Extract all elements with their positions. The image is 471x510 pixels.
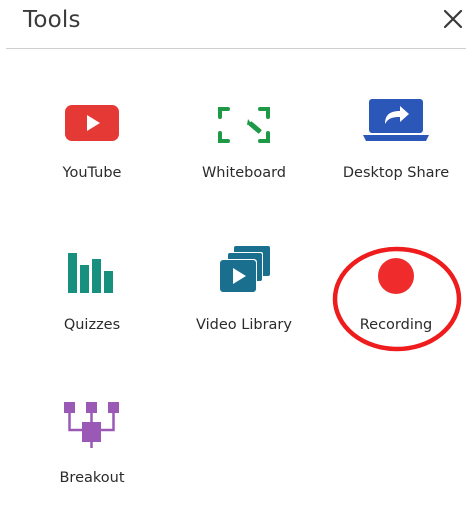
tool-whiteboard[interactable]: Whiteboard — [169, 103, 319, 213]
tool-label-quizzes: Quizzes — [63, 317, 121, 333]
tool-youtube[interactable]: YouTube — [17, 103, 167, 213]
tool-recording[interactable]: Recording — [321, 256, 471, 366]
quizzes-icon — [66, 247, 118, 297]
tool-label-desktop-share: Desktop Share — [342, 165, 450, 181]
tool-video-library[interactable]: Video Library — [169, 244, 319, 354]
tool-label-video-library: Video Library — [196, 317, 292, 333]
video-library-icon — [214, 244, 274, 300]
desktop-share-icon — [363, 97, 429, 147]
close-icon[interactable] — [441, 7, 465, 31]
record-icon — [376, 256, 416, 300]
tool-quizzes[interactable]: Quizzes — [17, 247, 167, 357]
tool-label-recording: Recording — [359, 317, 433, 333]
panel-title: Tools — [23, 7, 81, 33]
tool-label-breakout: Breakout — [59, 470, 125, 486]
whiteboard-icon — [214, 103, 274, 151]
tool-label-whiteboard: Whiteboard — [201, 165, 287, 181]
breakout-icon — [61, 400, 123, 454]
tool-desktop-share[interactable]: Desktop Share — [321, 97, 471, 207]
youtube-icon — [63, 103, 121, 147]
tool-breakout[interactable]: Breakout — [17, 400, 167, 510]
tool-label-youtube: YouTube — [62, 165, 122, 181]
tools-panel-header: Tools — [0, 0, 471, 48]
header-divider — [6, 48, 466, 49]
